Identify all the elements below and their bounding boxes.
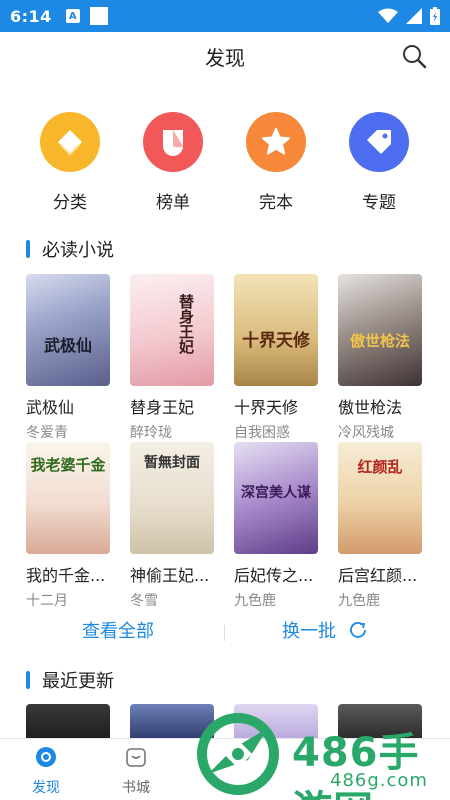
- book-author: 十二月: [26, 593, 68, 609]
- book-author: 冬爱青: [26, 425, 68, 441]
- cover-text: 我老婆千金: [30, 456, 106, 474]
- book-author: 醉玲珑: [130, 425, 172, 441]
- watermark-emblem-icon: [197, 713, 279, 795]
- bookstore-icon: [126, 748, 146, 767]
- book-title: 后妃传之...: [234, 566, 314, 585]
- book-title: 武极仙: [26, 398, 75, 417]
- tab-discover[interactable]: 发现: [16, 745, 76, 797]
- book-cover: 红颜乱: [338, 442, 422, 554]
- book-card[interactable]: 替身王妃 替身王妃 醉玲珑: [130, 274, 214, 442]
- wifi-icon: [378, 8, 398, 23]
- book-title: 十界天修: [234, 398, 299, 417]
- tab-bookstore[interactable]: 书城: [106, 745, 166, 797]
- topic-tag-icon: [349, 112, 409, 172]
- divider: [224, 625, 225, 641]
- book-cover: 替身王妃: [130, 274, 214, 386]
- status-bar: 6:14 A: [0, 0, 450, 32]
- section-accent-bar: [26, 671, 30, 689]
- section-title: 必读小说: [42, 240, 114, 261]
- book-cover: 傲世枪法: [338, 274, 422, 386]
- book-author: 九色鹿: [338, 593, 380, 609]
- book-card[interactable]: 深宫美人谋 后妃传之... 九色鹿: [234, 442, 318, 610]
- cover-text: 十界天修: [242, 331, 310, 351]
- section-header-recent: 最近更新: [26, 667, 114, 693]
- refresh-icon: [350, 622, 366, 638]
- cover-text: 红颜乱: [357, 458, 403, 476]
- book-author: 九色鹿: [234, 593, 276, 609]
- section-title: 最近更新: [42, 671, 114, 692]
- battery-icon: [430, 7, 440, 25]
- book-cover: 武极仙: [26, 274, 110, 386]
- category-icon: [40, 112, 100, 172]
- search-icon[interactable]: [400, 42, 428, 70]
- cover-text: 替身王妃: [177, 294, 195, 354]
- book-card[interactable]: 傲世枪法 傲世枪法 冷风残城: [338, 274, 422, 442]
- page-title: 发现: [205, 45, 245, 70]
- book-card[interactable]: 十界天修 十界天修 自我困惑: [234, 274, 318, 442]
- book-title: 傲世枪法: [338, 398, 403, 417]
- refresh-label: 换一批: [282, 621, 336, 642]
- view-all-button[interactable]: 查看全部: [82, 617, 154, 643]
- book-cover: 十界天修: [234, 274, 318, 386]
- cover-text: 傲世枪法: [349, 332, 410, 350]
- cover-text: 武极仙: [43, 336, 92, 355]
- shortcut-label: 分类: [53, 193, 87, 213]
- book-cover: 暂無封面: [130, 442, 214, 554]
- shortcut-category[interactable]: 分类: [25, 112, 115, 213]
- book-card[interactable]: 我老婆千金 我的千金... 十二月: [26, 442, 110, 610]
- shortcut-row: 分类 榜单 完本 专题: [0, 112, 450, 216]
- book-title: 后宫红颜...: [338, 566, 418, 585]
- view-all-label: 查看全部: [82, 621, 154, 642]
- app-notification-icon: A: [65, 9, 80, 23]
- cover-text: 深宫美人谋: [241, 485, 311, 501]
- book-card[interactable]: 武极仙 武极仙 冬爱青: [26, 274, 110, 442]
- status-time: 6:14: [10, 6, 52, 26]
- shortcut-label: 完本: [259, 193, 293, 213]
- book-author: 冬雪: [130, 593, 158, 609]
- tab-label: 发现: [32, 780, 60, 796]
- notification-square-icon: [89, 7, 108, 25]
- book-author: 自我困惑: [234, 425, 290, 441]
- shortcut-ranking[interactable]: 榜单: [128, 112, 218, 213]
- signal-icon: [406, 8, 422, 24]
- completed-star-icon: [246, 112, 306, 172]
- shortcut-topic[interactable]: 专题: [334, 112, 424, 213]
- book-author: 冷风残城: [338, 425, 394, 441]
- shortcut-label: 专题: [362, 193, 396, 213]
- top-bar: 发现: [0, 32, 450, 80]
- refresh-button[interactable]: 换一批: [282, 617, 368, 643]
- book-title: 替身王妃: [130, 398, 195, 417]
- watermark-logo: 486手游网 486g.com: [190, 704, 450, 800]
- book-title: 我的千金...: [26, 566, 106, 585]
- book-card[interactable]: 暂無封面 神偷王妃... 冬雪: [130, 442, 214, 610]
- book-card[interactable]: 红颜乱 后宫红颜... 九色鹿: [338, 442, 422, 610]
- book-actions: 查看全部 换一批: [0, 617, 450, 649]
- watermark-url: 486g.com: [330, 770, 428, 791]
- discover-icon: [36, 747, 56, 767]
- cover-text: 暂無封面: [144, 455, 200, 471]
- book-title: 神偷王妃...: [130, 566, 210, 585]
- recent-book-cover[interactable]: [26, 704, 110, 740]
- section-accent-bar: [26, 240, 30, 258]
- shortcut-label: 榜单: [156, 193, 190, 213]
- shortcut-completed[interactable]: 完本: [231, 112, 321, 213]
- book-cover: 深宫美人谋: [234, 442, 318, 554]
- tab-label: 书城: [122, 780, 150, 796]
- section-header-must-read: 必读小说: [26, 236, 114, 262]
- book-cover: 我老婆千金: [26, 442, 110, 554]
- ranking-icon: [143, 112, 203, 172]
